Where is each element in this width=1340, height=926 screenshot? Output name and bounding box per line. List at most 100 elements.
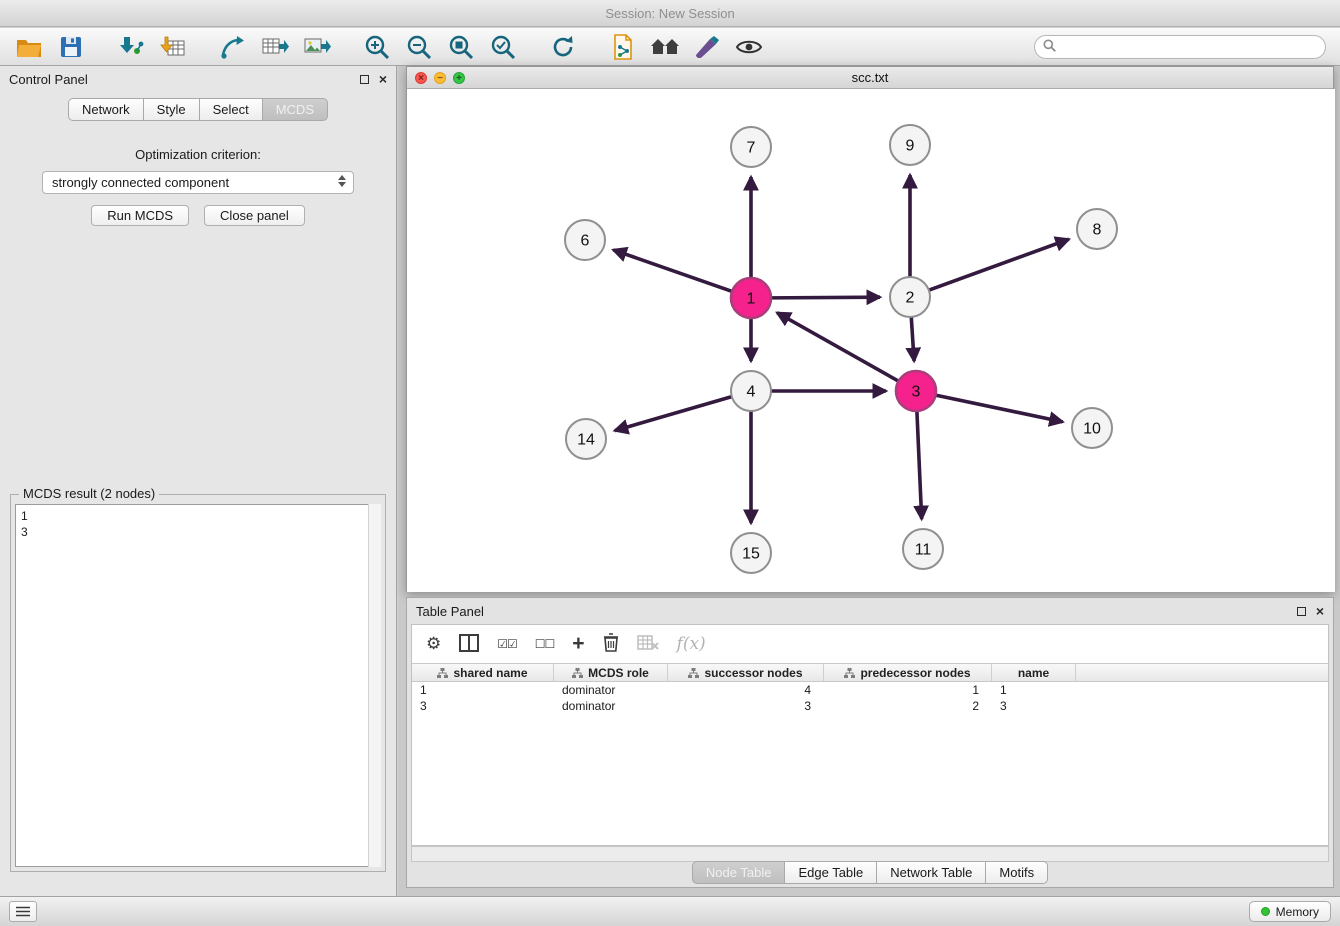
application-window: Session: New Session — [0, 0, 1340, 926]
tab-network-table[interactable]: Network Table — [876, 861, 985, 884]
cell-successor-nodes[interactable]: 4 — [668, 682, 824, 698]
status-bar: Memory — [0, 896, 1340, 926]
control-panel-tabs: Network Style Select MCDS — [0, 98, 396, 121]
cell-predecessor-nodes[interactable]: 2 — [824, 698, 992, 714]
graph-edge-1-2[interactable] — [771, 297, 880, 298]
memory-button[interactable]: Memory — [1249, 901, 1331, 922]
window-minimize-icon[interactable]: − — [434, 72, 446, 84]
cell-predecessor-nodes[interactable]: 1 — [824, 682, 992, 698]
float-panel-icon[interactable] — [360, 75, 369, 84]
open-folder-icon[interactable] — [14, 32, 44, 62]
desktop-area: × − + scc.txt 7968124314101511 Table Pan… — [398, 66, 1340, 896]
show-columns-icon[interactable] — [459, 634, 479, 655]
table-settings-icon[interactable]: ⚙ — [426, 634, 441, 654]
control-panel-title: Control Panel — [9, 72, 88, 87]
style-brush-icon[interactable] — [692, 32, 722, 62]
graph-node-label: 4 — [747, 384, 756, 401]
graph-edge-4-14[interactable] — [615, 397, 732, 431]
window-zoom-icon[interactable]: + — [453, 72, 465, 84]
first-neighbors-icon[interactable] — [650, 32, 680, 62]
column-label: shared name — [453, 666, 527, 680]
criterion-dropdown[interactable]: strongly connected component — [42, 171, 354, 194]
export-table-icon[interactable] — [260, 32, 290, 62]
delete-column-icon[interactable] — [603, 633, 619, 655]
float-table-panel-icon[interactable] — [1297, 607, 1306, 616]
unselect-all-icon[interactable]: ☐☐ — [535, 637, 555, 651]
network-window-title: scc.txt — [852, 70, 889, 85]
column-type-icon — [844, 668, 855, 678]
tab-mcds[interactable]: MCDS — [262, 98, 328, 121]
graph-node-label: 9 — [906, 138, 915, 155]
result-scrollbar[interactable] — [368, 504, 381, 867]
graph-edge-3-1[interactable] — [777, 313, 898, 381]
app-titlebar[interactable]: Session: New Session — [0, 0, 1340, 27]
table-row[interactable]: 3 dominator 3 2 3 — [412, 698, 1328, 714]
graph-edge-3-11[interactable] — [917, 411, 922, 519]
mcds-result-text[interactable]: 1 3 — [15, 504, 381, 867]
close-panel-button[interactable]: Close panel — [204, 205, 305, 226]
column-header-successor-nodes[interactable]: successor nodes — [668, 664, 824, 681]
graph-edge-1-6[interactable] — [613, 250, 732, 292]
table-toolbar: ⚙ ☑☑ ☐☐ + f(x) — [412, 625, 1328, 663]
copy-network-icon[interactable] — [608, 32, 638, 62]
close-panel-icon[interactable]: × — [379, 74, 387, 84]
graph-edge-3-10[interactable] — [936, 395, 1063, 422]
network-graph[interactable]: 7968124314101511 — [407, 89, 1335, 592]
cell-successor-nodes[interactable]: 3 — [668, 698, 824, 714]
delete-table-icon — [637, 635, 659, 654]
column-type-icon — [437, 668, 448, 678]
column-header-shared-name[interactable]: shared name — [412, 664, 554, 681]
graph-edge-2-8[interactable] — [929, 239, 1069, 290]
zoom-fit-icon[interactable] — [446, 32, 476, 62]
run-mcds-button[interactable]: Run MCDS — [91, 205, 189, 226]
tab-node-table[interactable]: Node Table — [692, 861, 785, 884]
select-all-icon[interactable]: ☑☑ — [497, 637, 517, 651]
memory-label: Memory — [1276, 905, 1319, 919]
graph-node-label: 8 — [1093, 222, 1102, 239]
column-label: name — [1018, 666, 1049, 680]
refresh-icon[interactable] — [548, 32, 578, 62]
search-input[interactable] — [1061, 40, 1317, 54]
cell-mcds-role[interactable]: dominator — [554, 682, 668, 698]
column-label: predecessor nodes — [860, 666, 970, 680]
create-column-icon[interactable]: + — [572, 635, 584, 653]
table-horizontal-scrollbar[interactable] — [411, 846, 1329, 862]
cell-shared-name[interactable]: 3 — [412, 698, 554, 714]
memory-status-icon — [1261, 907, 1270, 916]
criterion-dropdown-value: strongly connected component — [52, 175, 229, 190]
tab-edge-table[interactable]: Edge Table — [784, 861, 876, 884]
toolbar-search[interactable] — [1034, 35, 1326, 59]
column-header-name[interactable]: name — [992, 664, 1076, 681]
cell-name[interactable]: 3 — [992, 698, 1076, 714]
tab-select[interactable]: Select — [199, 98, 262, 121]
graph-edge-2-3[interactable] — [911, 317, 914, 361]
app-title: Session: New Session — [605, 6, 734, 21]
tab-network[interactable]: Network — [68, 98, 143, 121]
tab-motifs[interactable]: Motifs — [985, 861, 1048, 884]
table-row[interactable]: 1 dominator 4 1 1 — [412, 682, 1328, 698]
zoom-selected-icon[interactable] — [488, 32, 518, 62]
column-header-mcds-role[interactable]: MCDS role — [554, 664, 668, 681]
cell-shared-name[interactable]: 1 — [412, 682, 554, 698]
import-network-from-file-icon[interactable] — [116, 32, 146, 62]
cell-name[interactable]: 1 — [992, 682, 1076, 698]
zoom-in-icon[interactable] — [362, 32, 392, 62]
zoom-out-icon[interactable] — [404, 32, 434, 62]
column-header-predecessor-nodes[interactable]: predecessor nodes — [824, 664, 992, 681]
import-table-from-file-icon[interactable] — [158, 32, 188, 62]
close-table-panel-icon[interactable]: × — [1316, 606, 1324, 616]
task-history-button[interactable] — [9, 901, 37, 922]
tab-style[interactable]: Style — [143, 98, 199, 121]
graph-node-label: 3 — [912, 384, 921, 401]
table-panel-title: Table Panel — [416, 604, 484, 619]
network-view-window[interactable]: × − + scc.txt 7968124314101511 — [406, 66, 1334, 592]
show-hide-icon[interactable] — [734, 32, 764, 62]
column-type-icon — [688, 668, 699, 678]
export-image-icon[interactable] — [302, 32, 332, 62]
window-close-icon[interactable]: × — [415, 72, 427, 84]
table-header-row: shared name MCDS role successor nodes pr… — [412, 663, 1328, 682]
network-share-icon[interactable] — [218, 32, 248, 62]
chevron-up-down-icon — [338, 175, 346, 187]
save-icon[interactable] — [56, 32, 86, 62]
cell-mcds-role[interactable]: dominator — [554, 698, 668, 714]
